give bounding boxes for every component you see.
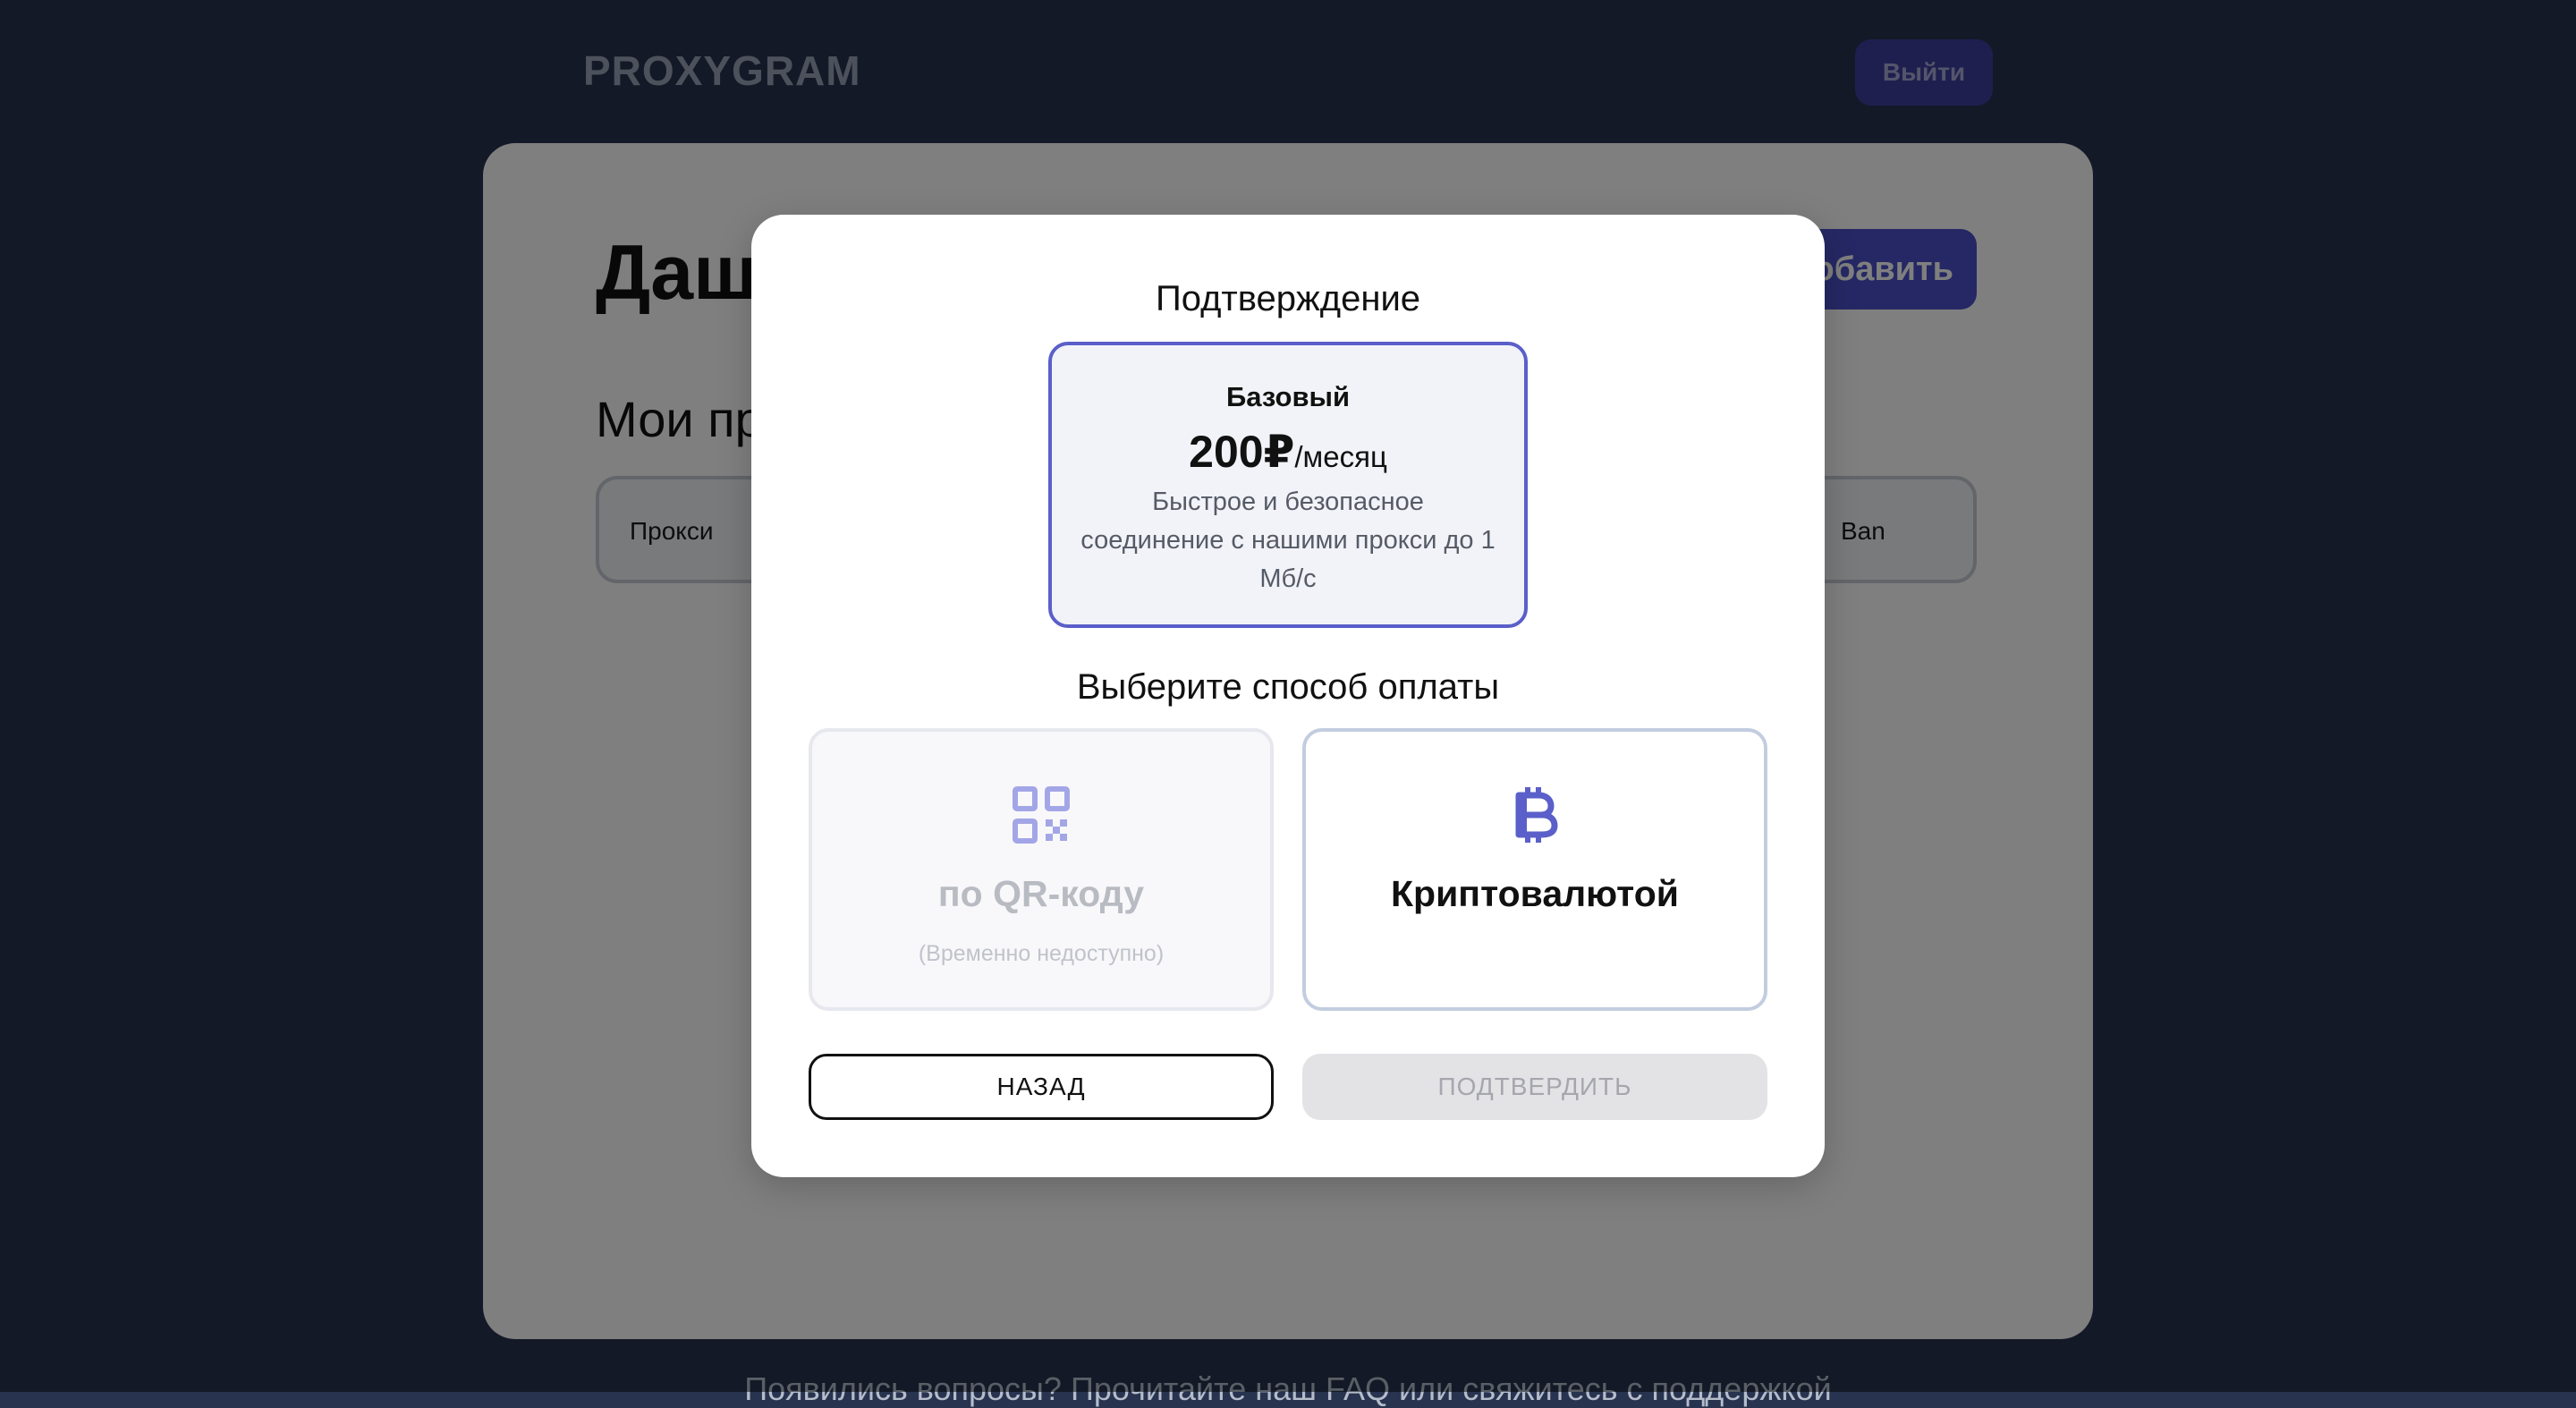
plan-description: Быстрое и безопасное соединение с нашими…: [1080, 488, 1496, 593]
qr-code-icon: [812, 784, 1270, 846]
payment-method-title: Выберите способ оплаты: [1076, 667, 1500, 707]
selected-plan-card: Базовый 200₽/месяц Быстрое и безопасное …: [1048, 342, 1528, 628]
plan-price-amount: 200₽: [1189, 427, 1295, 477]
payment-option-note: (Временно недоступно): [918, 941, 1165, 966]
payment-option-label: по QR-коду: [937, 873, 1145, 914]
plan-price-period: /месяц: [1294, 440, 1387, 473]
payment-option-crypto[interactable]: Криптовалютой: [1302, 728, 1767, 1011]
bitcoin-icon: [1306, 784, 1764, 846]
back-button[interactable]: НАЗАД: [809, 1054, 1274, 1120]
plan-price: 200₽/месяц: [1052, 426, 1524, 478]
modal-title: Подтверждение: [1155, 279, 1421, 318]
payment-option-label: Криптовалютой: [1391, 873, 1679, 914]
payment-option-qr[interactable]: по QR-коду (Временно недоступно): [809, 728, 1274, 1011]
confirm-button[interactable]: ПОДТВЕРДИТЬ: [1302, 1054, 1767, 1120]
confirmation-modal: Подтверждение Базовый 200₽/месяц Быстрое…: [751, 215, 1825, 1177]
plan-name: Базовый: [1225, 381, 1351, 412]
